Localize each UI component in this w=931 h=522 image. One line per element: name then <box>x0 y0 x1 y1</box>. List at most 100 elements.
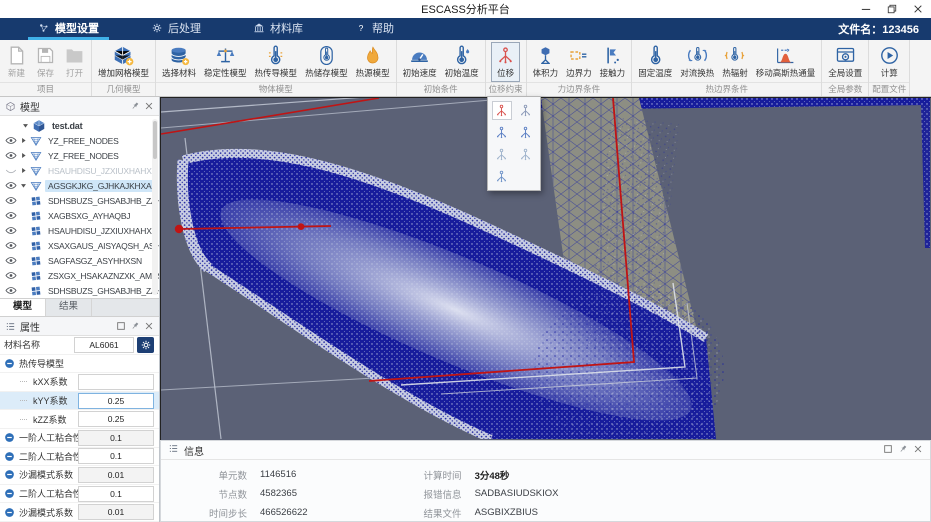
tree-scrollbar[interactable] <box>152 119 158 295</box>
close-icon[interactable] <box>913 444 923 457</box>
tree-item[interactable]: SDHSBUZS_GHSABJHB_ZAHU <box>0 283 159 298</box>
open-folder-button[interactable]: 打开 <box>60 42 89 82</box>
displacement-button[interactable]: 位移 <box>491 42 520 82</box>
property-value-input[interactable]: 0.25 <box>78 393 154 409</box>
displacement-type-option[interactable] <box>516 145 536 164</box>
eye-icon[interactable] <box>5 196 17 205</box>
tree-item[interactable]: XAGBSXG_AYHAQBJ <box>0 208 159 223</box>
caret-right-icon[interactable] <box>20 152 27 159</box>
tree-item[interactable]: SDHSBUZS_GHSABJHB_ZAHU <box>0 193 159 208</box>
tab-result[interactable]: 结果 <box>46 299 92 316</box>
initial-temperature-button[interactable]: 初始温度 <box>441 42 483 82</box>
tripod-icon <box>518 125 533 140</box>
restore-icon[interactable] <box>887 4 897 14</box>
collapse-minus-icon[interactable] <box>4 451 15 462</box>
eye-icon[interactable] <box>5 241 17 250</box>
tree-item[interactable]: YZ_FREE_NODES <box>0 133 159 148</box>
collapse-minus-icon[interactable] <box>4 469 15 480</box>
caret-down-icon[interactable] <box>22 122 29 129</box>
minimize-icon[interactable] <box>861 4 871 14</box>
tree-item[interactable]: XSAXGAUS_AISYAQSH_ASHX <box>0 238 159 253</box>
viewport-3d[interactable] <box>160 97 931 440</box>
close-icon[interactable] <box>144 321 154 331</box>
maximize-icon[interactable] <box>116 321 126 331</box>
tree-item[interactable]: SAGFASGZ_ASYHHXSN <box>0 253 159 268</box>
eye-icon[interactable] <box>5 286 17 295</box>
property-value-input[interactable]: 0.1 <box>78 448 154 464</box>
eye-icon[interactable] <box>5 256 17 265</box>
eye-icon[interactable] <box>5 226 17 235</box>
property-label: 热传导模型 <box>19 357 64 370</box>
caret-down-icon[interactable] <box>20 182 27 189</box>
eye-off-icon[interactable] <box>5 166 17 175</box>
property-value-input[interactable]: 0.01 <box>78 504 154 520</box>
contact-force-button[interactable]: 接触力 <box>596 42 630 82</box>
caret-right-icon[interactable] <box>20 137 27 144</box>
tree-item[interactable]: AGSGKJKG_GJHKAJKHXA <box>0 178 159 193</box>
collapse-minus-icon[interactable] <box>4 507 15 518</box>
pin-icon[interactable] <box>898 444 908 457</box>
fixed-temperature-button[interactable]: 固定温度 <box>634 42 676 82</box>
stability-model-button[interactable]: 稳定性模型 <box>200 42 251 82</box>
pin-icon[interactable] <box>130 321 140 331</box>
eye-icon[interactable] <box>5 271 17 280</box>
new-file-button[interactable]: 新建 <box>2 42 31 82</box>
caret-right-icon[interactable] <box>20 167 27 174</box>
displacement-type-option[interactable] <box>492 123 512 142</box>
menu-item-model-settings[interactable]: 模型设置 <box>28 18 109 40</box>
property-value-input[interactable] <box>78 374 154 390</box>
moving-gauss-flux-button[interactable]: 移动高斯热通量 <box>752 42 820 82</box>
property-value-input[interactable]: 0.25 <box>78 411 154 427</box>
maximize-icon[interactable] <box>883 444 893 457</box>
save-button[interactable]: 保存 <box>31 42 60 82</box>
close-icon[interactable] <box>144 101 154 111</box>
tree-item[interactable]: ZSXGX_HSAKAZNZXK_AMASX <box>0 268 159 283</box>
pin-icon[interactable] <box>130 101 140 111</box>
compute-button[interactable]: 计算 <box>875 42 904 82</box>
moving-gauss-flux-icon <box>775 45 796 66</box>
displacement-type-option[interactable] <box>492 145 512 164</box>
heat-storage-button[interactable]: 热储存模型 <box>301 42 352 82</box>
menu-item-help[interactable]: ?帮助 <box>345 18 404 40</box>
select-material-button[interactable]: 选择材料 <box>158 42 200 82</box>
eye-icon[interactable] <box>5 181 17 190</box>
tab-model[interactable]: 模型 <box>0 299 46 316</box>
collapse-minus-icon[interactable] <box>4 358 15 369</box>
toolbar-group: 位移位移约束 <box>486 40 527 96</box>
heat-conduction-button[interactable]: 热传导模型 <box>251 42 302 82</box>
radiation-button[interactable]: 热辐射 <box>718 42 752 82</box>
material-name-input[interactable]: AL6061 <box>74 337 134 353</box>
property-value-input[interactable]: 0.1 <box>78 486 154 502</box>
add-mesh-model-button[interactable]: 增加网格模型 <box>94 42 153 82</box>
info-field-value: 466526622 <box>260 507 308 518</box>
tree-item[interactable]: HSAUHDISU_JZXIUXHAHX <box>0 223 159 238</box>
material-settings-button[interactable] <box>137 337 154 353</box>
convection-button[interactable]: 对流换热 <box>676 42 718 82</box>
eye-icon[interactable] <box>5 211 17 220</box>
tree-item[interactable]: YZ_FREE_NODES <box>0 148 159 163</box>
initial-velocity-button[interactable]: 初始速度 <box>399 42 441 82</box>
global-settings-button[interactable]: 全局设置 <box>824 42 866 82</box>
property-value-input[interactable]: 0.1 <box>78 430 154 446</box>
eye-icon[interactable] <box>5 136 17 145</box>
displacement-type-option[interactable] <box>516 101 536 120</box>
toolbar-button-label: 移动高斯热通量 <box>756 67 816 79</box>
property-value-input[interactable]: 0.01 <box>78 467 154 483</box>
displacement-type-option[interactable] <box>492 167 512 186</box>
menu-item-material-library[interactable]: 材料库 <box>243 18 313 40</box>
tree-root-item[interactable]: test.dat <box>0 118 159 133</box>
displacement-type-option[interactable] <box>516 123 536 142</box>
close-icon[interactable] <box>913 4 923 14</box>
menu-item-post-process[interactable]: 后处理 <box>141 18 211 40</box>
boundary-force-button[interactable]: 边界力 <box>562 42 596 82</box>
toolbar-group: 固定温度对流换热热辐射移动高斯热通量热边界条件 <box>632 40 822 96</box>
displacement-type-option[interactable] <box>492 101 512 120</box>
tiles-icon <box>30 240 42 252</box>
info-field: 时间步长466526622 <box>189 503 308 522</box>
collapse-minus-icon[interactable] <box>4 432 15 443</box>
body-force-button[interactable]: 体积力 <box>529 42 563 82</box>
heat-source-button[interactable]: 热源模型 <box>352 42 394 82</box>
collapse-minus-icon[interactable] <box>4 488 15 499</box>
eye-icon[interactable] <box>5 151 17 160</box>
tree-item[interactable]: HSAUHDISU_JZXIUXHAHX <box>0 163 159 178</box>
